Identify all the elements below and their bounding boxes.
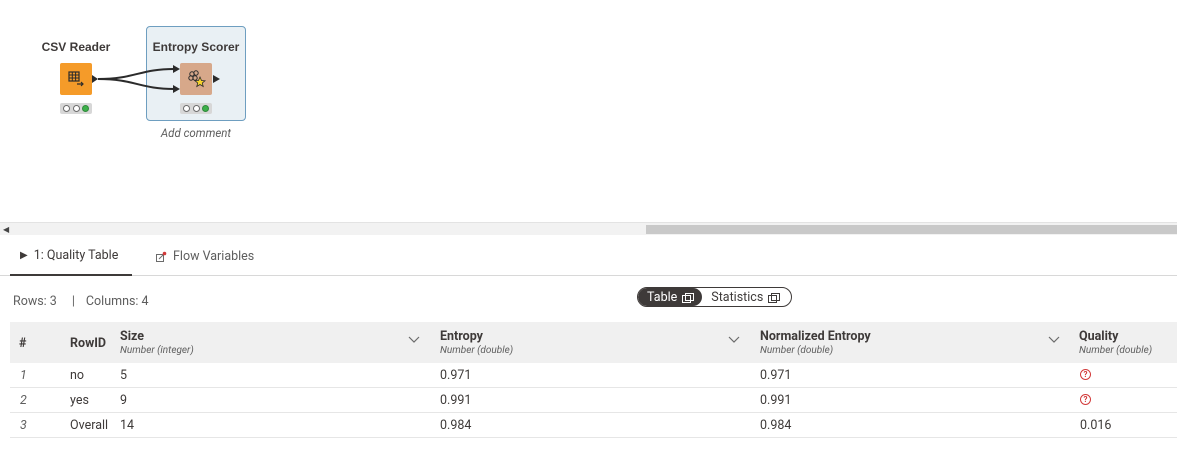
row-index: 2 xyxy=(20,393,27,408)
table-row[interactable]: 2 yes 9 0.991 0.991 ? xyxy=(10,388,1177,413)
header-size[interactable]: Size Number (integer) xyxy=(120,322,430,363)
cell-size: 14 xyxy=(120,418,135,433)
status-yellow-dot xyxy=(72,105,80,112)
row-index: 1 xyxy=(20,368,27,383)
status-yellow-dot xyxy=(192,105,200,112)
canvas-horizontal-scrollbar[interactable]: ◀ xyxy=(0,222,1177,235)
missing-value-icon: ? xyxy=(1080,394,1091,406)
scorer-input-port-1[interactable] xyxy=(173,65,180,73)
view-toggle[interactable]: Table Statistics xyxy=(637,287,792,307)
table-row[interactable]: 1 no 5 0.971 0.971 ? xyxy=(10,363,1177,388)
tab-quality-table[interactable]: ▶ 1: Quality Table xyxy=(10,237,132,276)
cell-size: 5 xyxy=(120,368,128,383)
cell-quality: 0.016 xyxy=(1080,418,1112,433)
cell-entropy: 0.991 xyxy=(440,393,472,408)
csv-reader-output-port[interactable] xyxy=(92,75,98,83)
status-red-dot xyxy=(62,105,70,112)
cell-entropy: 0.984 xyxy=(440,418,472,433)
entropy-scorer-status-light xyxy=(180,103,212,114)
toggle-statistics[interactable]: Statistics xyxy=(702,288,788,306)
window-icon xyxy=(682,292,695,303)
tab-label: 1: Quality Table xyxy=(33,248,119,263)
chevron-down-icon[interactable] xyxy=(408,336,420,344)
chevron-down-icon[interactable] xyxy=(1048,336,1060,344)
info-separator: | xyxy=(71,294,75,309)
header-quality[interactable]: Quality Number (double) xyxy=(1079,322,1177,363)
table-header: # RowID Size Number (integer) Entropy Nu… xyxy=(10,322,1177,363)
tab-flow-variables[interactable]: Flow Variables xyxy=(145,237,264,276)
quality-table: # RowID Size Number (integer) Entropy Nu… xyxy=(10,322,1177,438)
cell-entropy: 0.971 xyxy=(440,368,472,383)
row-id: Overall xyxy=(70,418,109,433)
csv-reader-status-light xyxy=(60,103,92,114)
play-icon: ▶ xyxy=(20,250,28,261)
scroll-left-icon[interactable]: ◀ xyxy=(3,226,9,234)
output-tabs: ▶ 1: Quality Table Flow Variables xyxy=(0,237,1177,276)
add-comment-label[interactable]: Add comment xyxy=(146,126,246,140)
connection-bottom xyxy=(97,78,175,90)
tab-label: Flow Variables xyxy=(173,249,255,264)
header-normalized-entropy[interactable]: Normalized Entropy Number (double) xyxy=(760,322,1070,363)
status-red-dot xyxy=(182,105,190,112)
cell-normalized-entropy: 0.971 xyxy=(760,368,792,383)
connection-top xyxy=(97,68,175,80)
flow-variable-icon xyxy=(156,251,167,262)
chevron-down-icon[interactable] xyxy=(728,336,740,344)
row-id: no xyxy=(70,368,85,383)
row-id: yes xyxy=(70,393,89,408)
workflow-canvas[interactable]: CSV Reader Entropy Scorer Add comment xyxy=(0,0,1177,222)
table-info: Rows: 3 | Columns: 4 xyxy=(13,294,149,309)
row-index: 3 xyxy=(20,418,27,433)
table-row[interactable]: 3 Overall 14 0.984 0.984 0.016 xyxy=(10,413,1177,438)
scorer-input-port-2[interactable] xyxy=(173,85,180,93)
status-green-dot xyxy=(202,105,210,112)
cell-normalized-entropy: 0.984 xyxy=(760,418,792,433)
cell-size: 9 xyxy=(120,393,128,408)
toggle-table-label: Table xyxy=(647,289,678,305)
toggle-table[interactable]: Table xyxy=(638,288,703,306)
header-entropy[interactable]: Entropy Number (double) xyxy=(440,322,750,363)
column-count: Columns: 4 xyxy=(85,294,149,309)
toggle-statistics-label: Statistics xyxy=(711,289,764,305)
window-icon xyxy=(768,292,781,303)
missing-value-icon: ? xyxy=(1080,369,1091,381)
scorer-output-port[interactable] xyxy=(213,75,220,83)
cell-quality: ? xyxy=(1080,363,1091,388)
cell-normalized-entropy: 0.991 xyxy=(760,393,792,408)
scrollbar-thumb[interactable] xyxy=(646,225,1177,234)
connection-wires xyxy=(92,65,220,93)
row-count: Rows: 3 xyxy=(13,294,57,309)
cell-quality: ? xyxy=(1080,388,1091,413)
status-green-dot xyxy=(82,105,90,112)
